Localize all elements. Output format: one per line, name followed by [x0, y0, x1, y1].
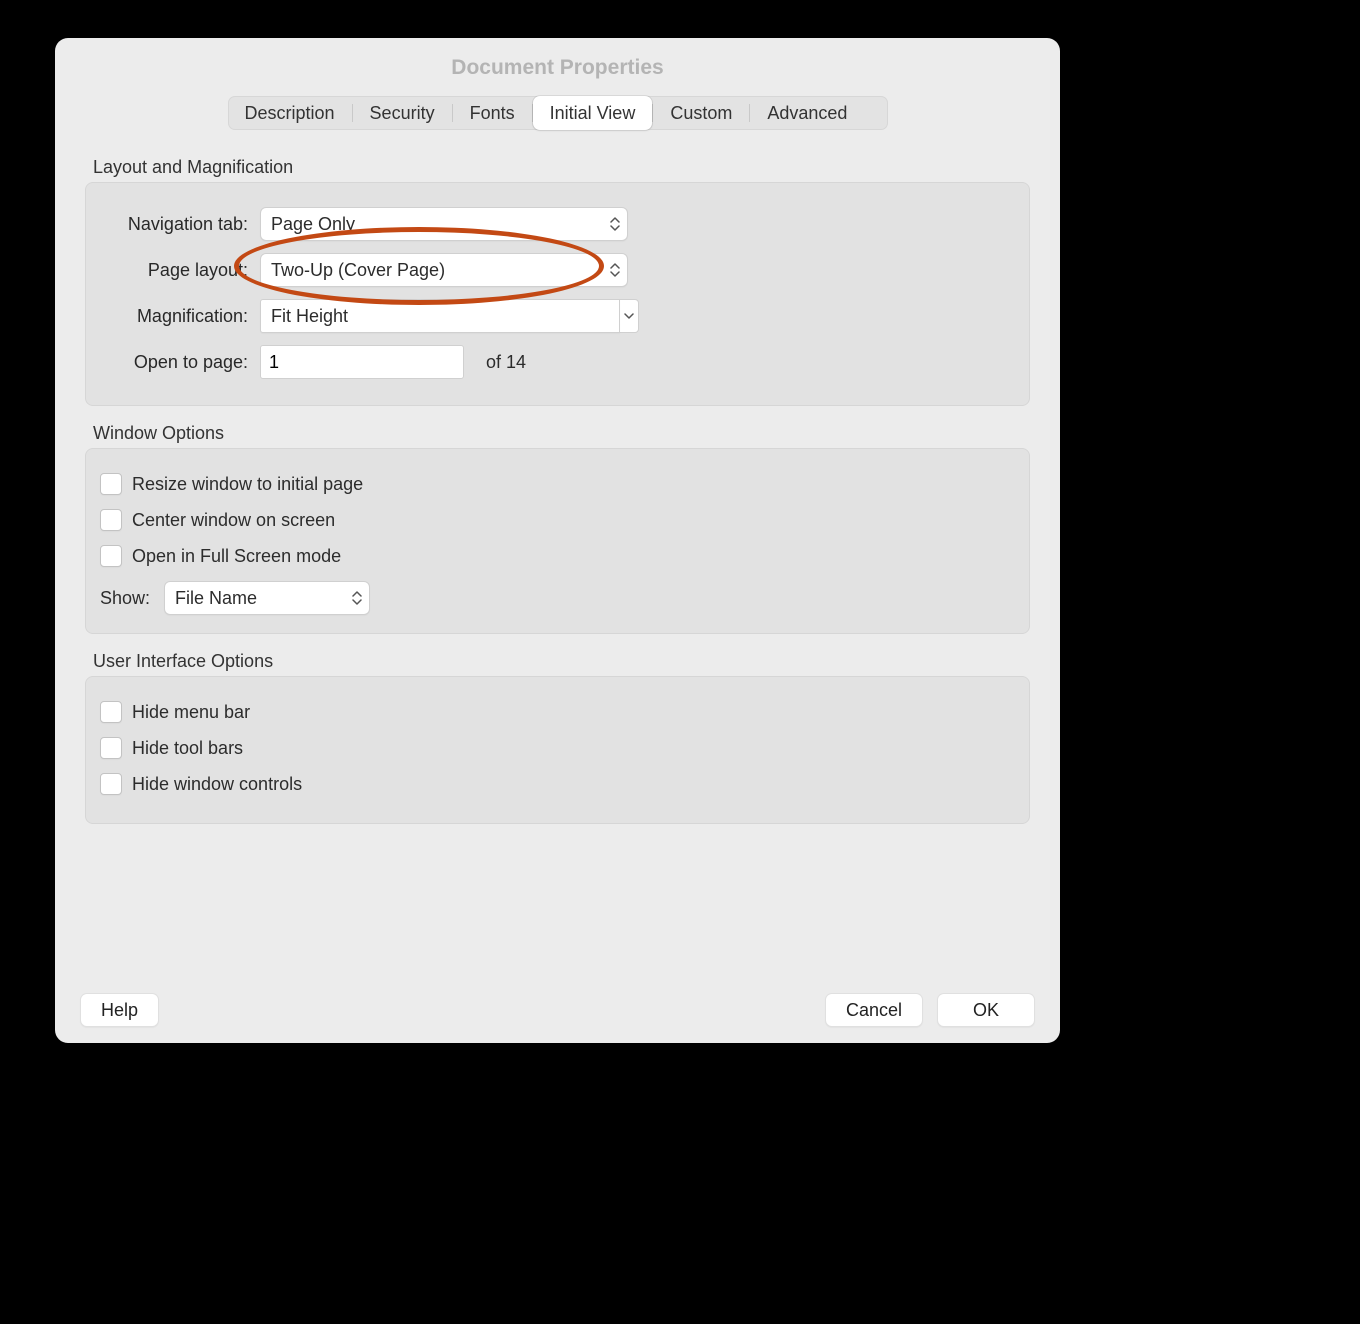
label-fullscreen: Open in Full Screen mode: [132, 546, 341, 567]
window-title: Document Properties: [55, 38, 1060, 96]
section-title-window: Window Options: [85, 406, 1030, 448]
select-navigation-tab[interactable]: Page Only: [260, 207, 628, 241]
label-center-window: Center window on screen: [132, 510, 335, 531]
label-magnification: Magnification:: [100, 306, 260, 327]
combo-magnification-value: Fit Height: [271, 306, 348, 327]
updown-icon: [610, 217, 620, 231]
checkbox-hide-window-controls[interactable]: [100, 773, 122, 795]
section-layout: Navigation tab: Page Only Page layout: T…: [85, 182, 1030, 406]
tab-fonts[interactable]: Fonts: [453, 96, 532, 130]
section-title-ui: User Interface Options: [85, 634, 1030, 676]
label-hide-tool-bars: Hide tool bars: [132, 738, 243, 759]
select-page-layout[interactable]: Two-Up (Cover Page): [260, 253, 628, 287]
ok-button[interactable]: OK: [937, 993, 1035, 1027]
checkbox-center-window[interactable]: [100, 509, 122, 531]
tab-custom[interactable]: Custom: [653, 96, 749, 130]
select-show[interactable]: File Name: [164, 581, 370, 615]
input-open-to-page[interactable]: [260, 345, 464, 379]
label-hide-window-controls: Hide window controls: [132, 774, 302, 795]
tab-bar: Description Security Fonts Initial View …: [228, 96, 888, 130]
checkbox-hide-tool-bars[interactable]: [100, 737, 122, 759]
label-show: Show:: [100, 588, 164, 609]
chevron-down-icon: [624, 312, 634, 320]
document-properties-window: Document Properties Description Security…: [55, 38, 1060, 1043]
tab-description[interactable]: Description: [228, 96, 352, 130]
combo-magnification[interactable]: Fit Height: [260, 299, 620, 333]
select-page-layout-value: Two-Up (Cover Page): [271, 260, 445, 281]
combo-magnification-dropdown[interactable]: [620, 299, 639, 333]
content-area: Layout and Magnification Navigation tab:…: [55, 130, 1060, 824]
tab-advanced[interactable]: Advanced: [750, 96, 864, 130]
section-window-options: Resize window to initial page Center win…: [85, 448, 1030, 634]
checkbox-resize-window[interactable]: [100, 473, 122, 495]
tab-security[interactable]: Security: [353, 96, 452, 130]
checkbox-hide-menu-bar[interactable]: [100, 701, 122, 723]
section-ui-options: Hide menu bar Hide tool bars Hide window…: [85, 676, 1030, 824]
footer: Help Cancel OK: [55, 993, 1060, 1027]
tab-initial-view[interactable]: Initial View: [533, 96, 653, 130]
cancel-button[interactable]: Cancel: [825, 993, 923, 1027]
section-title-layout: Layout and Magnification: [85, 140, 1030, 182]
label-hide-menu-bar: Hide menu bar: [132, 702, 250, 723]
updown-icon: [352, 591, 362, 605]
help-button[interactable]: Help: [80, 993, 159, 1027]
label-resize-window: Resize window to initial page: [132, 474, 363, 495]
updown-icon: [610, 263, 620, 277]
select-navigation-tab-value: Page Only: [271, 214, 355, 235]
label-navigation-tab: Navigation tab:: [100, 214, 260, 235]
select-show-value: File Name: [175, 588, 257, 609]
label-open-to-page: Open to page:: [100, 352, 260, 373]
label-of-pages: of 14: [464, 352, 526, 373]
checkbox-fullscreen[interactable]: [100, 545, 122, 567]
label-page-layout: Page layout:: [100, 260, 260, 281]
